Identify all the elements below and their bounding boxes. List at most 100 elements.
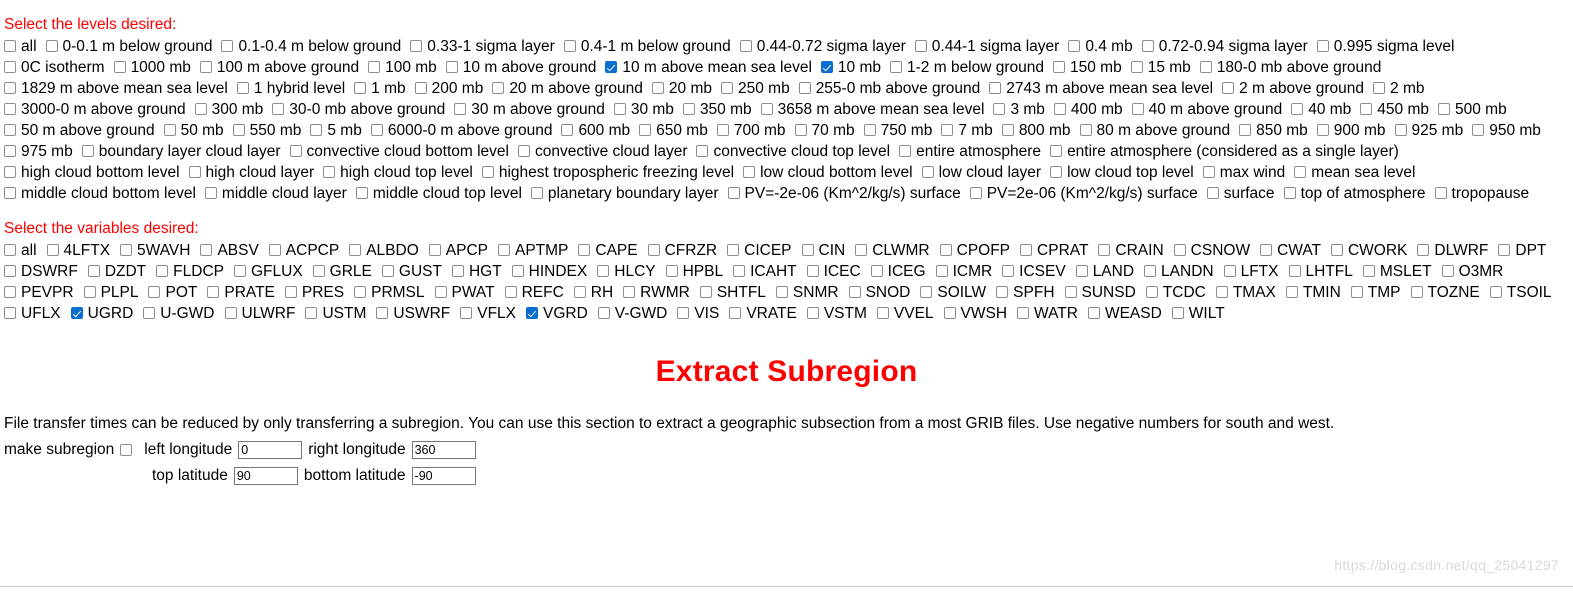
- variables-item[interactable]: TSOIL: [1489, 282, 1552, 303]
- levels-item[interactable]: 950 mb: [1472, 120, 1541, 141]
- checkbox-icon[interactable]: [890, 61, 903, 73]
- levels-item[interactable]: 100 m above ground: [199, 57, 359, 78]
- checkbox-icon[interactable]: [233, 265, 246, 277]
- variables-item[interactable]: MSLET: [1362, 261, 1432, 282]
- levels-item[interactable]: 600 mb: [561, 120, 630, 141]
- levels-item[interactable]: 100 mb: [368, 57, 437, 78]
- levels-item[interactable]: mean sea level: [1294, 162, 1416, 183]
- checkbox-icon[interactable]: [699, 286, 712, 298]
- variables-item[interactable]: VFLX: [460, 303, 516, 324]
- checkbox-icon[interactable]: [194, 103, 207, 115]
- variables-item[interactable]: PRMSL: [354, 282, 425, 303]
- levels-item[interactable]: 0C isotherm: [4, 57, 105, 78]
- checkbox-icon[interactable]: [1362, 265, 1375, 277]
- levels-item[interactable]: low cloud top level: [1050, 162, 1194, 183]
- checkbox-icon[interactable]: [1131, 103, 1144, 115]
- checkbox-icon[interactable]: [4, 103, 16, 115]
- checkbox-icon[interactable]: [1206, 187, 1219, 199]
- variables-item[interactable]: 5WAVH: [120, 240, 190, 261]
- checkbox-icon[interactable]: [1130, 61, 1143, 73]
- checkbox-icon[interactable]: [876, 307, 889, 319]
- levels-item[interactable]: entire atmosphere: [899, 141, 1041, 162]
- checkbox-icon[interactable]: [1001, 124, 1014, 136]
- checkbox-icon[interactable]: [1288, 265, 1301, 277]
- checkbox-icon[interactable]: [349, 244, 362, 256]
- checkbox-icon[interactable]: [46, 244, 59, 256]
- levels-item[interactable]: 0.4-1 m below ground: [563, 36, 731, 57]
- variables-item[interactable]: TMAX: [1215, 282, 1276, 303]
- levels-item[interactable]: high cloud bottom level: [4, 162, 180, 183]
- levels-item[interactable]: convective cloud top level: [696, 141, 890, 162]
- checkbox-icon[interactable]: [1316, 40, 1329, 52]
- levels-item[interactable]: 7 mb: [941, 120, 993, 141]
- checkbox-icon[interactable]: [4, 307, 16, 319]
- checkbox-icon[interactable]: [289, 145, 302, 157]
- checkbox-icon[interactable]: [4, 124, 16, 136]
- checkbox-icon[interactable]: [727, 244, 740, 256]
- variables-item[interactable]: ICMR: [935, 261, 992, 282]
- checkbox-icon[interactable]: [4, 61, 16, 73]
- checkbox-icon[interactable]: [1360, 103, 1373, 115]
- levels-item[interactable]: convective cloud bottom level: [289, 141, 509, 162]
- levels-item[interactable]: 10 mb: [820, 57, 881, 78]
- checkbox-icon[interactable]: [760, 103, 773, 115]
- checkbox-icon[interactable]: [561, 124, 574, 136]
- levels-item[interactable]: max wind: [1202, 162, 1285, 183]
- checkbox-icon[interactable]: [1144, 265, 1157, 277]
- levels-item[interactable]: low cloud layer: [921, 162, 1041, 183]
- make-subregion-checkbox[interactable]: [120, 444, 133, 456]
- variables-item[interactable]: TMP: [1350, 282, 1401, 303]
- variables-item[interactable]: GFLUX: [233, 261, 303, 282]
- levels-item[interactable]: surface: [1206, 183, 1275, 204]
- checkbox-icon[interactable]: [743, 166, 756, 178]
- checkbox-icon[interactable]: [323, 166, 336, 178]
- levels-item[interactable]: 0.33-1 sigma layer: [410, 36, 555, 57]
- levels-item[interactable]: 40 m above ground: [1131, 99, 1282, 120]
- levels-item[interactable]: 20 mb: [651, 78, 712, 99]
- variables-item[interactable]: CRAIN: [1098, 240, 1164, 261]
- variables-item[interactable]: SHTFL: [699, 282, 766, 303]
- levels-item[interactable]: all: [4, 36, 37, 57]
- checkbox-icon[interactable]: [1417, 244, 1430, 256]
- levels-item[interactable]: middle cloud top level: [355, 183, 522, 204]
- checkbox-icon[interactable]: [920, 286, 933, 298]
- variables-item[interactable]: HPBL: [665, 261, 723, 282]
- checkbox-icon[interactable]: [563, 40, 576, 52]
- checkbox-icon[interactable]: [370, 124, 383, 136]
- checkbox-icon[interactable]: [207, 286, 220, 298]
- checkbox-icon[interactable]: [199, 61, 212, 73]
- checkbox-icon[interactable]: [1141, 40, 1154, 52]
- checkbox-icon[interactable]: [1002, 265, 1015, 277]
- variables-item[interactable]: VWSH: [943, 303, 1007, 324]
- checkbox-icon[interactable]: [696, 145, 709, 157]
- checkbox-icon[interactable]: [720, 82, 733, 94]
- levels-item[interactable]: 150 mb: [1053, 57, 1122, 78]
- checkbox-icon[interactable]: [1068, 40, 1081, 52]
- checkbox-icon[interactable]: [1283, 187, 1296, 199]
- left-longitude-input[interactable]: [238, 441, 303, 459]
- levels-item[interactable]: planetary boundary layer: [530, 183, 719, 204]
- variables-item[interactable]: ICSEV: [1002, 261, 1066, 282]
- checkbox-icon[interactable]: [305, 307, 318, 319]
- checkbox-icon[interactable]: [410, 40, 423, 52]
- levels-item[interactable]: 50 m above ground: [4, 120, 155, 141]
- checkbox-icon[interactable]: [511, 265, 524, 277]
- checkbox-icon[interactable]: [651, 82, 664, 94]
- levels-item[interactable]: tropopause: [1434, 183, 1529, 204]
- levels-item[interactable]: 900 mb: [1316, 120, 1386, 141]
- levels-item[interactable]: PV=2e-06 (Km^2/kg/s) surface: [969, 183, 1198, 204]
- checkbox-icon[interactable]: [1394, 124, 1407, 136]
- variables-item[interactable]: CWAT: [1260, 240, 1321, 261]
- variables-item[interactable]: CAPE: [578, 240, 638, 261]
- variables-item[interactable]: VVEL: [876, 303, 934, 324]
- top-latitude-input[interactable]: [233, 467, 298, 485]
- checkbox-icon[interactable]: [682, 103, 695, 115]
- checkbox-icon[interactable]: [284, 286, 297, 298]
- checkbox-icon[interactable]: [727, 187, 740, 199]
- variables-item[interactable]: V-GWD: [597, 303, 667, 324]
- variables-item[interactable]: UFLX: [4, 303, 61, 324]
- checkbox-icon[interactable]: [414, 82, 427, 94]
- variables-item[interactable]: U-GWD: [143, 303, 215, 324]
- checkbox-icon[interactable]: [156, 265, 169, 277]
- checkbox-icon[interactable]: [921, 166, 934, 178]
